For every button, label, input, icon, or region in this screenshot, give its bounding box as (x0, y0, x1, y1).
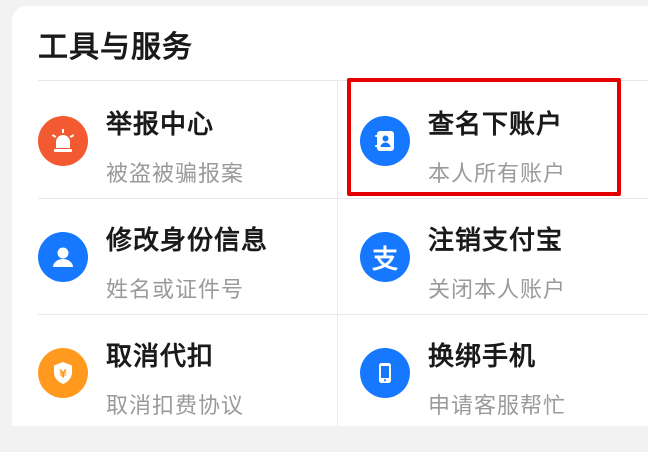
item-title: 取消代扣 (106, 342, 215, 372)
item-subtitle: 姓名或证件号 (106, 278, 245, 303)
item-subtitle: 申请客服帮忙 (428, 394, 567, 419)
yen-glyph: ¥ (59, 368, 67, 381)
item-subtitle: 关闭本人账户 (428, 278, 567, 303)
cancel-auto-debit-item[interactable]: ¥ 取消代扣 取消扣费协议 (38, 336, 338, 452)
mobile-phone-icon (360, 348, 410, 398)
alipay-logo-icon: 支 (360, 232, 410, 282)
alipay-logo-glyph: 支 (371, 244, 398, 275)
item-subtitle: 被盗被骗报案 (106, 162, 245, 187)
report-center-item[interactable]: 举报中心 被盗被骗报案 (38, 104, 338, 220)
user-icon (38, 232, 88, 282)
change-phone-item[interactable]: 换绑手机 申请客服帮忙 (360, 336, 648, 452)
highlight-box (347, 78, 621, 196)
item-subtitle: 取消扣费协议 (106, 394, 245, 419)
item-title: 举报中心 (106, 110, 215, 140)
shield-yen-icon: ¥ (38, 348, 88, 398)
alarm-siren-icon (38, 116, 88, 166)
section-title: 工具与服务 (38, 30, 193, 65)
modify-identity-item[interactable]: 修改身份信息 姓名或证件号 (38, 220, 338, 336)
item-title: 换绑手机 (428, 342, 537, 372)
item-title: 修改身份信息 (106, 226, 269, 256)
close-alipay-item[interactable]: 支 注销支付宝 关闭本人账户 (360, 220, 648, 336)
item-title: 注销支付宝 (428, 226, 564, 256)
